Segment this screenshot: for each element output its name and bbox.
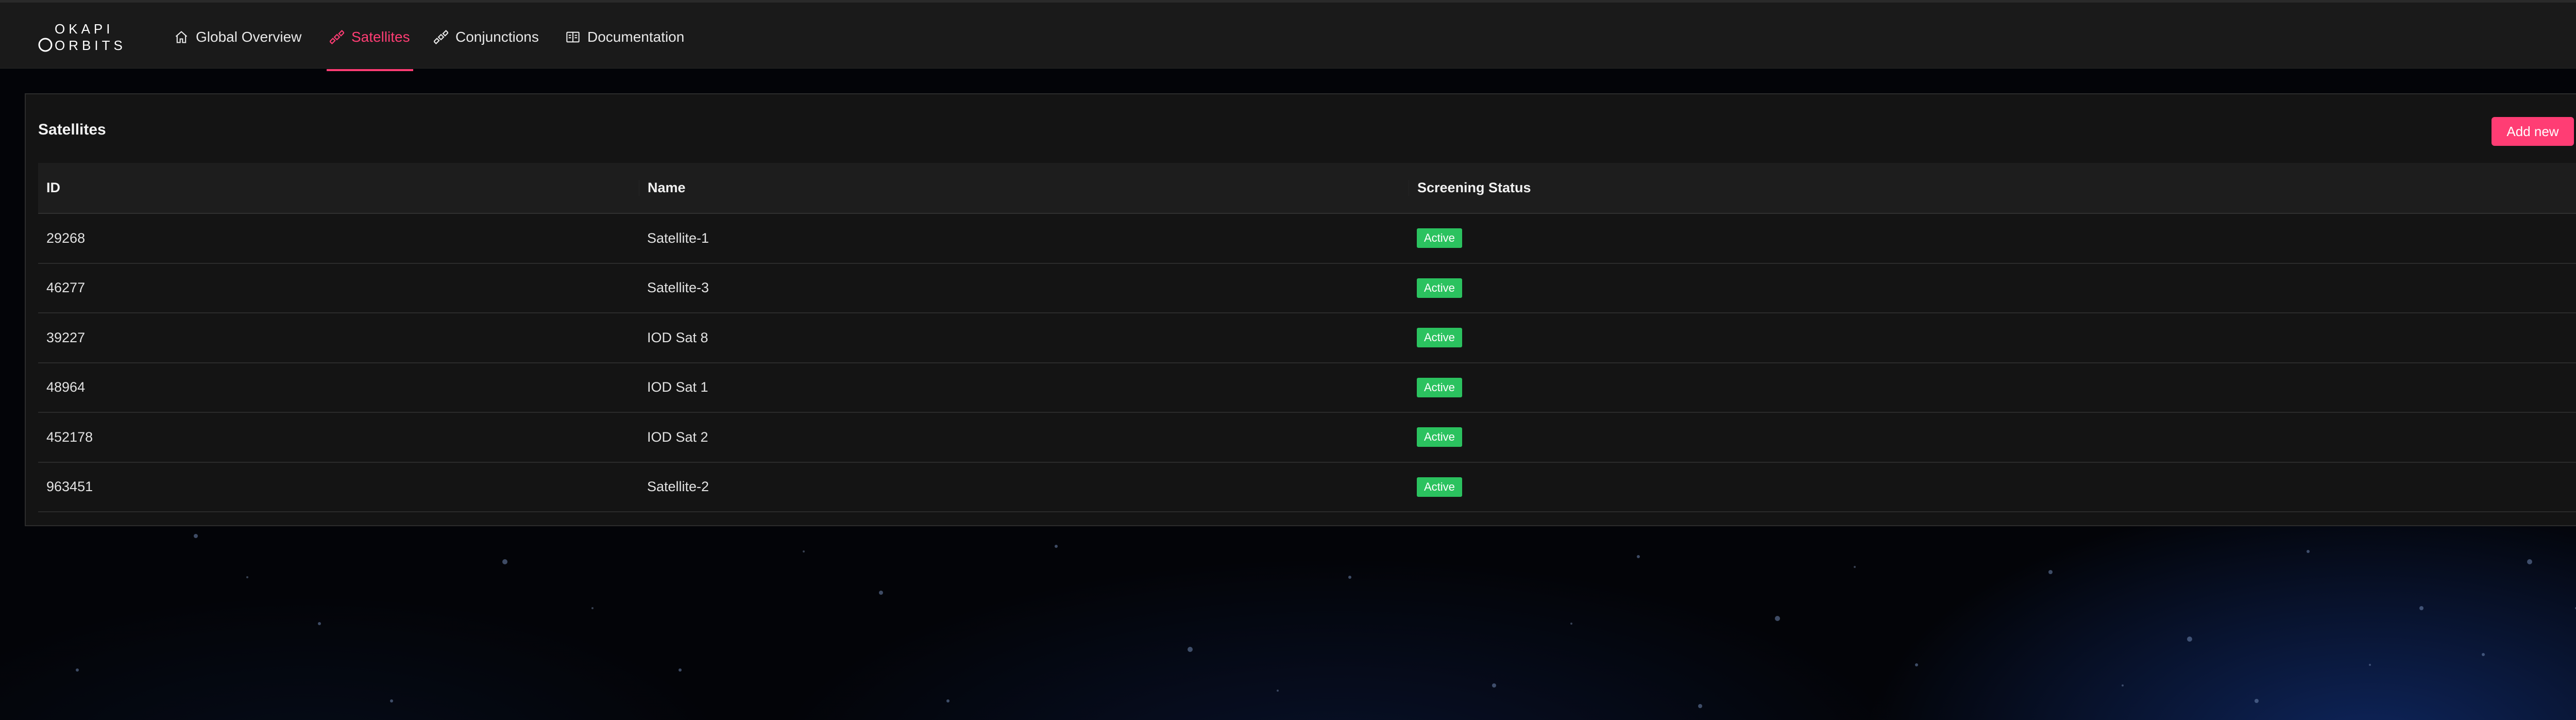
nav-label: Documentation — [587, 28, 685, 45]
status-cell: Active — [1409, 328, 2576, 348]
satellite-name: Satellite-3 — [647, 280, 709, 296]
column-header-screening-status[interactable]: Screening Status — [1409, 180, 2576, 196]
nav-item-global-overview[interactable]: Global Overview — [174, 3, 301, 71]
logo-text-line2: ORBITS — [55, 38, 125, 53]
table-row[interactable]: 963451 Satellite-2 Active — [38, 463, 2576, 512]
table-row[interactable]: 48964 IOD Sat 1 Active — [38, 363, 2576, 413]
home-icon — [175, 30, 188, 43]
column-header-id[interactable]: ID — [38, 180, 639, 196]
status-badge: Active — [1417, 427, 1462, 447]
satellite-id: 39227 — [46, 329, 86, 345]
status-cell: Active — [1409, 477, 2576, 497]
status-cell: Active — [1409, 278, 2576, 298]
okapi-orbits-logo[interactable]: OKAPI ORBITS — [37, 20, 125, 54]
table-row[interactable]: 46277 Satellite-3 Active — [38, 264, 2576, 313]
nav-label: Global Overview — [196, 28, 302, 45]
nav-label: Satellites — [351, 28, 410, 45]
column-header-name[interactable]: Name — [639, 180, 1409, 196]
satellite-name: Satellite-2 — [647, 479, 709, 495]
status-badge: Active — [1417, 278, 1462, 298]
book-icon — [566, 31, 580, 42]
satellite-id: 46277 — [46, 280, 86, 296]
satellite-id: 48964 — [46, 379, 86, 395]
satellite-icon — [330, 29, 344, 44]
satellite-id: 963451 — [46, 479, 93, 495]
satellite-name: IOD Sat 2 — [647, 429, 708, 445]
satellite-id: 29268 — [46, 230, 86, 246]
table-row[interactable]: 29268 Satellite-1 Active — [38, 214, 2576, 264]
table-row[interactable]: 39227 IOD Sat 8 Active — [38, 313, 2576, 363]
satellite-name: IOD Sat 8 — [647, 329, 708, 345]
satellite-id: 452178 — [46, 429, 93, 445]
nav-item-satellites[interactable]: Satellites — [327, 3, 413, 71]
nav-label: Conjunctions — [455, 28, 539, 45]
page-title: Satellites — [38, 121, 106, 138]
status-badge: Active — [1417, 377, 1462, 397]
status-cell: Active — [1409, 228, 2576, 248]
table-row[interactable]: 452178 IOD Sat 2 Active — [38, 413, 2576, 463]
status-cell: Active — [1409, 427, 2576, 447]
satellite-name: IOD Sat 1 — [647, 379, 708, 395]
add-new-button[interactable]: Add new — [2492, 117, 2574, 146]
nav-item-conjunctions[interactable]: Conjunctions — [434, 3, 539, 71]
satellite-icon — [434, 29, 448, 44]
nav-item-documentation[interactable]: Documentation — [566, 3, 684, 71]
satellites-table: ID Name Screening Status 29268 Satellite… — [38, 163, 2576, 512]
status-badge: Active — [1417, 328, 1462, 348]
status-badge: Active — [1417, 228, 1462, 248]
top-navbar: OKAPI ORBITS Global Overview Satellites … — [0, 0, 2576, 71]
logo-text-line1: OKAPI — [55, 21, 113, 37]
satellite-name: Satellite-1 — [647, 230, 709, 246]
status-cell: Active — [1409, 377, 2576, 397]
status-badge: Active — [1417, 477, 1462, 497]
table-header-row: ID Name Screening Status — [38, 163, 2576, 214]
